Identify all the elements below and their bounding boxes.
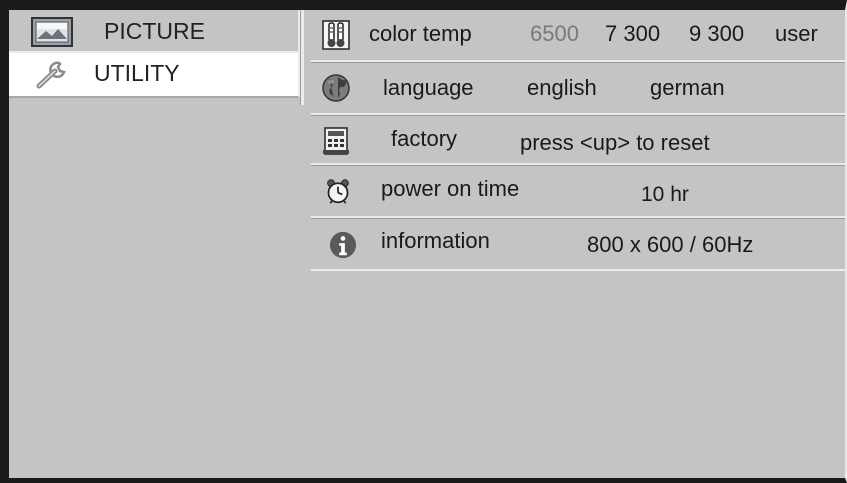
setting-row-color-temp[interactable]: color temp 6500 7 300 9 300 user — [311, 10, 845, 62]
thermometer-icon — [322, 20, 350, 50]
osd-menu-window: PICTURE UTILITY color temp 6500 7 300 9 … — [0, 0, 847, 483]
picture-icon — [31, 17, 73, 47]
globe-icon — [322, 74, 350, 102]
utility-panel: color temp 6500 7 300 9 300 user languag… — [311, 10, 845, 271]
factory-icon — [323, 127, 349, 155]
power-on-time-label: power on time — [381, 176, 520, 201]
menu-item-label: PICTURE — [104, 18, 205, 44]
color-temp-option-7300[interactable]: 7 300 — [605, 21, 660, 47]
info-icon — [329, 231, 357, 259]
language-option-english[interactable]: english — [527, 75, 597, 101]
color-temp-option-9300[interactable]: 9 300 — [689, 21, 744, 47]
language-label: language — [383, 75, 474, 100]
setting-row-information: information 800 x 600 / 60Hz — [311, 218, 845, 271]
setting-row-factory[interactable]: factory press <up> to reset — [311, 115, 845, 165]
main-menu: PICTURE UTILITY — [9, 10, 300, 98]
menu-item-picture[interactable]: PICTURE — [9, 10, 300, 53]
color-temp-option-user[interactable]: user — [775, 21, 818, 47]
clock-icon — [327, 179, 349, 204]
factory-label: factory — [391, 126, 458, 151]
setting-row-language[interactable]: language english german — [311, 62, 845, 115]
information-value: 800 x 600 / 60Hz — [587, 232, 754, 257]
color-temp-option-6500[interactable]: 6500 — [530, 21, 579, 47]
color-temp-label: color temp — [369, 21, 472, 46]
language-option-german[interactable]: german — [650, 75, 725, 101]
menu-divider — [300, 10, 304, 105]
menu-item-label: UTILITY — [94, 60, 180, 86]
power-on-time-value: 10 hr — [641, 183, 689, 206]
information-label: information — [381, 228, 490, 253]
wrench-icon — [36, 61, 66, 89]
factory-reset-hint: press <up> to reset — [520, 130, 710, 155]
menu-item-utility[interactable]: UTILITY — [9, 53, 300, 98]
setting-row-power-on-time: power on time 10 hr — [311, 165, 845, 218]
